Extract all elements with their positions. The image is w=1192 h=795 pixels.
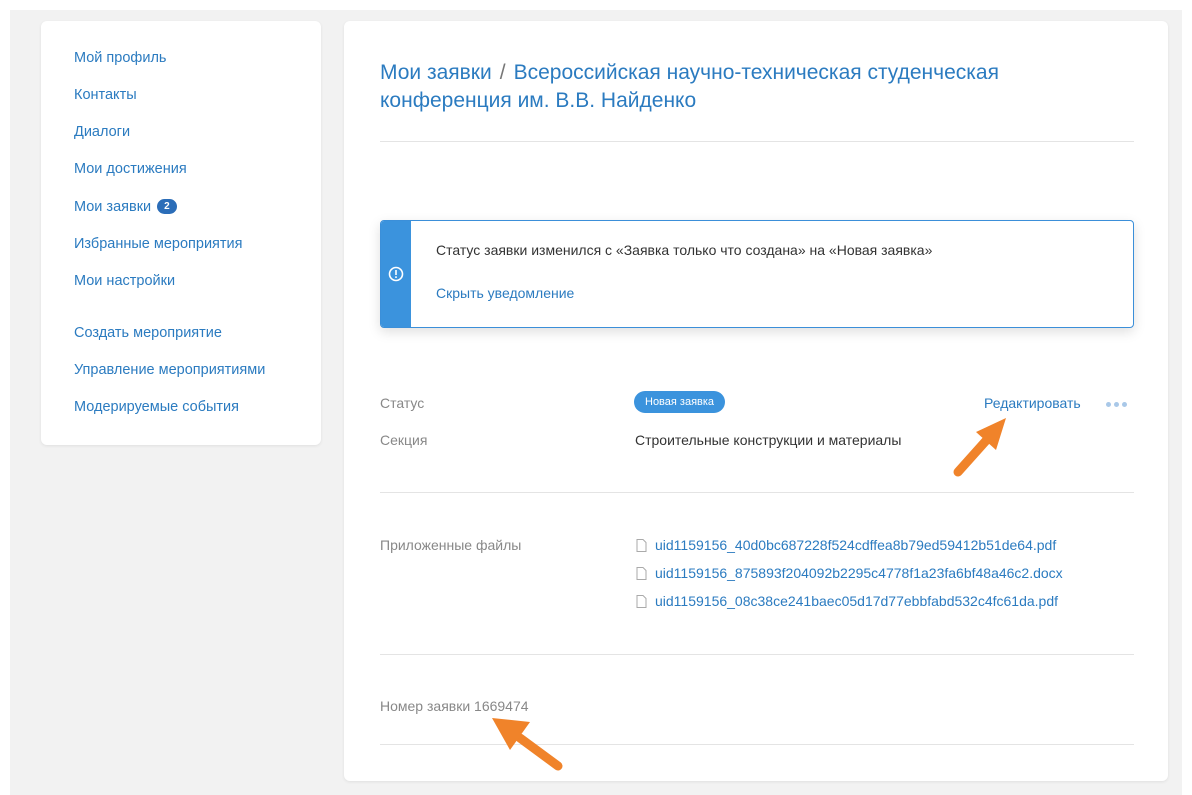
more-options-icon[interactable]	[1106, 394, 1140, 410]
section-value: Строительные конструкции и материалы	[635, 432, 902, 448]
notice-message: Статус заявки изменился с «Заявка только…	[436, 242, 933, 258]
file-name: uid1159156_40d0bc687228f524cdffea8b79ed5…	[655, 537, 1057, 553]
page-title: Мои заявки / Всероссийская научно-техничес…	[380, 59, 1100, 115]
section-label: Секция	[380, 432, 428, 448]
attached-file-link[interactable]: uid1159156_08c38ce241baec05d17d77ebbfabd…	[636, 593, 1058, 609]
divider	[380, 141, 1134, 142]
files-label: Приложенные файлы	[380, 537, 522, 553]
sidebar-item-moderated-events[interactable]: Модерируемые события	[74, 399, 239, 415]
sidebar-item-label: Мои заявки	[74, 199, 152, 215]
sidebar-item-manage-events[interactable]: Управление мероприятиями	[74, 362, 265, 378]
sidebar: Мой профиль Контакты Диалоги Мои достиже…	[41, 21, 321, 445]
attached-file-link[interactable]: uid1159156_875893f204092b2295c4778f1a23f…	[636, 565, 1063, 581]
sidebar-item-applications[interactable]: Мои заявки 2	[74, 199, 177, 215]
notification-box: Статус заявки изменился с «Заявка только…	[380, 220, 1134, 328]
hide-notice-link[interactable]: Скрыть уведомление	[436, 285, 574, 301]
count-badge: 2	[157, 199, 177, 214]
file-icon	[636, 595, 647, 608]
info-circle-icon	[388, 266, 404, 282]
sidebar-item-dialogs[interactable]: Диалоги	[74, 124, 130, 140]
annotation-arrow-icon	[953, 418, 1006, 477]
edit-link[interactable]: Редактировать	[984, 395, 1081, 411]
breadcrumb-separator: /	[499, 61, 506, 84]
divider	[380, 492, 1134, 493]
sidebar-item-contacts[interactable]: Контакты	[74, 87, 137, 103]
file-name: uid1159156_08c38ce241baec05d17d77ebbfabd…	[655, 593, 1059, 609]
status-label: Статус	[380, 395, 425, 411]
notice-stripe	[381, 221, 411, 327]
sidebar-item-settings[interactable]: Мои настройки	[74, 273, 175, 289]
divider	[380, 654, 1134, 655]
annotation-arrow-icon	[492, 718, 563, 771]
file-icon	[636, 567, 647, 580]
sidebar-item-create-event[interactable]: Создать мероприятие	[74, 325, 222, 341]
status-badge: Новая заявка	[634, 391, 726, 413]
breadcrumb-link[interactable]: Мои заявки	[380, 61, 492, 84]
main-panel: Мои заявки / Всероссийская научно-техничес…	[344, 21, 1168, 781]
file-name: uid1159156_875893f204092b2295c4778f1a23f…	[655, 565, 1063, 581]
sidebar-item-favorites[interactable]: Избранные мероприятия	[74, 236, 243, 252]
attached-file-link[interactable]: uid1159156_40d0bc687228f524cdffea8b79ed5…	[636, 537, 1056, 553]
sidebar-item-achievements[interactable]: Мои достижения	[74, 161, 187, 177]
file-icon	[636, 539, 647, 552]
sidebar-item-profile[interactable]: Мой профиль	[74, 50, 166, 66]
